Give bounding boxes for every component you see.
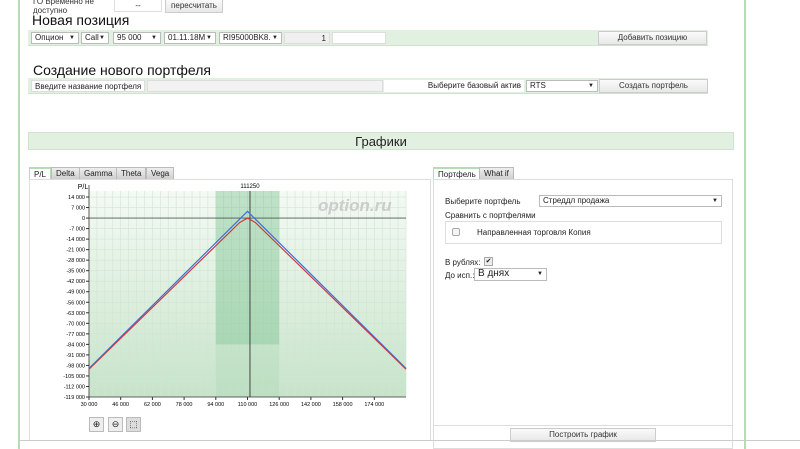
x-tick-label: 158 000 xyxy=(333,402,353,408)
price-marker-label: 111250 xyxy=(240,184,260,190)
y-tick-label: -49 000 xyxy=(66,290,85,296)
watermark: option.ru xyxy=(318,196,392,215)
y-axis-label: P/L xyxy=(78,184,89,191)
compare-checkbox[interactable] xyxy=(452,228,460,236)
y-tick-label: -42 000 xyxy=(66,279,85,285)
x-tick-label: 174 000 xyxy=(364,402,384,408)
zoom-reset-icon[interactable]: ⬚ xyxy=(126,417,141,432)
y-tick-label: -21 000 xyxy=(66,248,85,254)
base-asset-select[interactable]: RTS xyxy=(526,80,598,92)
y-tick-label: 7 000 xyxy=(71,206,85,212)
y-tick-label: -35 000 xyxy=(66,269,85,275)
compare-label: Сравнить с портфелями xyxy=(445,211,536,220)
y-tick-label: -98 000 xyxy=(66,363,85,369)
rub-label: В рублях: xyxy=(445,258,481,267)
x-tick-label: 110 000 xyxy=(238,402,257,408)
y-tick-label: -105 000 xyxy=(63,374,85,380)
y-tick-label: -14 000 xyxy=(66,237,85,243)
x-tick-label: 78 000 xyxy=(176,402,193,408)
select-portfolio-label: Выберите портфель xyxy=(445,197,521,206)
range-band-lower xyxy=(215,344,280,397)
exp-select[interactable]: В днях xyxy=(474,268,547,281)
y-tick-label: -70 000 xyxy=(66,321,85,327)
x-tick-label: 30 000 xyxy=(81,402,98,408)
y-tick-label: -56 000 xyxy=(66,300,85,306)
y-tick-label: -91 000 xyxy=(66,353,85,359)
x-tick-label: 142 000 xyxy=(301,402,321,408)
x-tick-label: 62 000 xyxy=(144,402,161,408)
y-tick-label: -119 000 xyxy=(64,395,85,401)
zoom-in-icon[interactable]: ⊕ xyxy=(89,417,104,432)
zoom-out-icon[interactable]: ⊖ xyxy=(108,417,123,432)
portfolio-select[interactable]: Стреддл продажа xyxy=(539,195,722,207)
y-tick-label: -7 000 xyxy=(69,227,85,233)
add-position-button[interactable]: Добавить позицию xyxy=(598,31,707,45)
pl-chart: 111250 P/L 14 000 7 000 0 -7 000 -14 000 -21 00… xyxy=(63,184,407,408)
rub-checkbox[interactable]: ✔ xyxy=(484,257,493,266)
compare-item-label: Направленная торговля Копия xyxy=(477,228,591,237)
y-tick-label: -77 000 xyxy=(66,332,85,338)
y-tick-label: -63 000 xyxy=(66,311,85,317)
x-tick-label: 94 000 xyxy=(207,402,224,408)
x-tick-label: 126 000 xyxy=(269,402,289,408)
y-tick-label: 14 000 xyxy=(68,195,85,201)
y-tick-label: -28 000 xyxy=(66,258,85,264)
y-tick-label: 0 xyxy=(82,216,85,222)
y-tick-label: -112 000 xyxy=(64,384,85,390)
y-tick-label: -84 000 xyxy=(66,342,85,348)
range-band xyxy=(215,191,280,345)
exp-label: До исп.: xyxy=(445,271,475,280)
x-tick-label: 46 000 xyxy=(112,402,129,408)
create-portfolio-button[interactable]: Создать портфель xyxy=(599,79,708,93)
